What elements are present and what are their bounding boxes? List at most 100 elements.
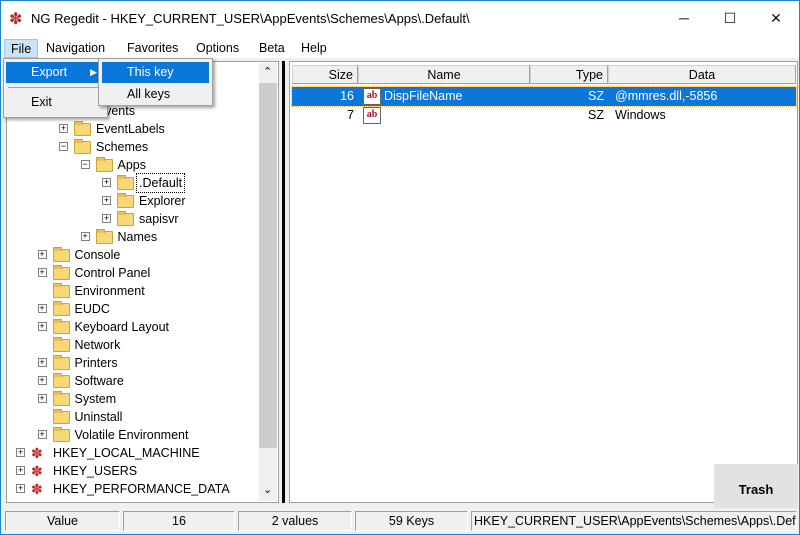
tree-node[interactable]: + sapisvr [7,210,277,228]
menu-item-exit[interactable]: Exit [6,92,105,113]
value-type: SZ [588,108,604,122]
tree-node[interactable]: + System [7,390,277,408]
tree-node[interactable]: + ✽ HKEY_PERFORMANCE_DATA [7,480,277,498]
menu-item-this-key[interactable]: This key [102,62,209,83]
folder-icon [52,409,70,424]
status-size: 16 [123,511,235,531]
status-value-count: 2 values [238,511,352,531]
expand-icon[interactable]: + [102,196,111,205]
tree-node[interactable]: Environment [7,282,277,300]
tree-node-label: Control Panel [74,266,151,280]
tree-node-label: Printers [74,356,118,370]
expand-icon[interactable]: + [37,250,47,259]
tree-node-label: Names [117,230,158,244]
tree-node-label: Volatile Environment [74,428,189,442]
tree-node[interactable]: + ✽ HKEY_LOCAL_MACHINE [7,444,277,462]
folder-icon [52,337,70,352]
key-tree[interactable]: −AppEvents+EventLabels−Schemes−Apps+.Def… [6,61,279,503]
menu-beta[interactable]: Beta [253,39,291,58]
expand-icon[interactable]: + [102,214,111,223]
tree-node[interactable]: + Keyboard Layout [7,318,277,336]
registry-hive-icon: ✽ [31,445,43,461]
tree-node-label: Uninstall [74,410,123,424]
tree-node-label: HKEY_USERS [53,464,138,478]
menu-options[interactable]: Options [190,39,245,58]
string-value-icon: ab [363,88,381,105]
expand-icon[interactable]: + [37,322,47,331]
app-icon: ✽ [9,11,23,28]
tree-node-label: EventLabels [96,122,165,136]
value-row[interactable]: 7 ab SZ Windows [292,106,796,125]
expand-icon[interactable]: + [16,448,25,457]
value-name: DispFileName [384,89,463,103]
menu-item-all-keys[interactable]: All keys [102,84,209,105]
expand-icon[interactable]: + [37,358,47,367]
tree-node[interactable]: + Explorer [7,192,277,210]
folder-icon [52,391,70,406]
values-list[interactable]: Size Name Type Data 16 ab DispFileName S… [289,61,798,503]
tree-node[interactable]: + Software [7,372,277,390]
tree-node[interactable]: + Printers [7,354,277,372]
menu-navigation[interactable]: Navigation [40,39,111,58]
menu-favorites[interactable]: Favorites [121,39,184,58]
expand-icon[interactable]: + [37,376,47,385]
tree-node[interactable]: + Control Panel [7,264,277,282]
tree-node[interactable]: + .Default [7,173,277,193]
expand-icon[interactable]: + [37,394,47,403]
folder-icon [52,319,70,334]
column-data[interactable]: Data [608,65,796,84]
folder-icon [95,229,113,244]
column-type[interactable]: Type [530,65,608,84]
tree-node[interactable]: + Names [7,228,277,246]
tree-node[interactable]: + Console [7,246,277,264]
maximize-button[interactable]: ☐ [707,1,753,35]
scroll-down-icon[interactable]: ⌄ [263,483,272,496]
status-bar: Value 16 2 values 59 Keys HKEY_CURRENT_U… [1,508,799,534]
tree-scroll-thumb[interactable] [259,83,277,448]
value-data: Windows [615,108,666,122]
tree-node-label: EUDC [74,302,110,316]
expand-icon[interactable]: + [37,304,47,313]
menu-item-export[interactable]: Export ▶ [6,62,105,83]
folder-icon [74,139,91,154]
trash-button[interactable]: Trash [714,464,798,508]
tree-node[interactable]: Uninstall [7,408,277,426]
column-name[interactable]: Name [358,65,530,84]
tree-node[interactable]: + ✽ HKEY_USERS [7,462,277,480]
submenu-arrow-icon: ▶ [90,67,97,77]
value-size: 16 [340,89,354,103]
expand-icon[interactable]: + [37,268,47,277]
tree-node[interactable]: Network [7,336,277,354]
expand-icon[interactable]: + [102,178,111,187]
menu-separator [8,87,103,88]
tree-node[interactable]: − Schemes [7,138,277,156]
pane-splitter[interactable] [282,61,285,503]
menu-help[interactable]: Help [295,39,333,58]
expand-icon[interactable]: + [16,466,25,475]
tree-node-label: Environment [74,284,145,298]
tree-node[interactable]: − Apps [7,156,277,174]
folder-icon [52,355,70,370]
tree-node-label: HKEY_LOCAL_MACHINE [53,446,200,460]
expand-icon[interactable]: + [80,232,90,241]
tree-node[interactable]: + EventLabels [7,120,277,138]
collapse-icon[interactable]: − [59,142,68,151]
tree-node[interactable]: + EUDC [7,300,277,318]
value-row[interactable]: 16 ab DispFileName SZ @mmres.dll,-5856 [291,86,797,107]
tree-node-label: sapisvr [139,212,179,226]
close-button[interactable]: ✕ [753,1,799,35]
collapse-icon[interactable]: − [80,160,90,169]
menu-file[interactable]: File [4,39,39,58]
tree-node-label: Network [74,338,121,352]
tree-node[interactable]: + Volatile Environment [7,426,277,444]
folder-icon [52,301,70,316]
window-title: NG Regedit - HKEY_CURRENT_USER\AppEvents… [31,11,470,26]
minimize-button[interactable]: ─ [661,1,707,35]
expand-icon[interactable]: + [16,484,25,493]
column-size[interactable]: Size [292,65,358,84]
tree-node-label: Console [74,248,121,262]
folder-icon [117,175,134,190]
expand-icon[interactable]: + [37,430,47,439]
expand-icon[interactable]: + [59,124,68,133]
scroll-up-icon[interactable]: ⌃ [263,65,272,78]
